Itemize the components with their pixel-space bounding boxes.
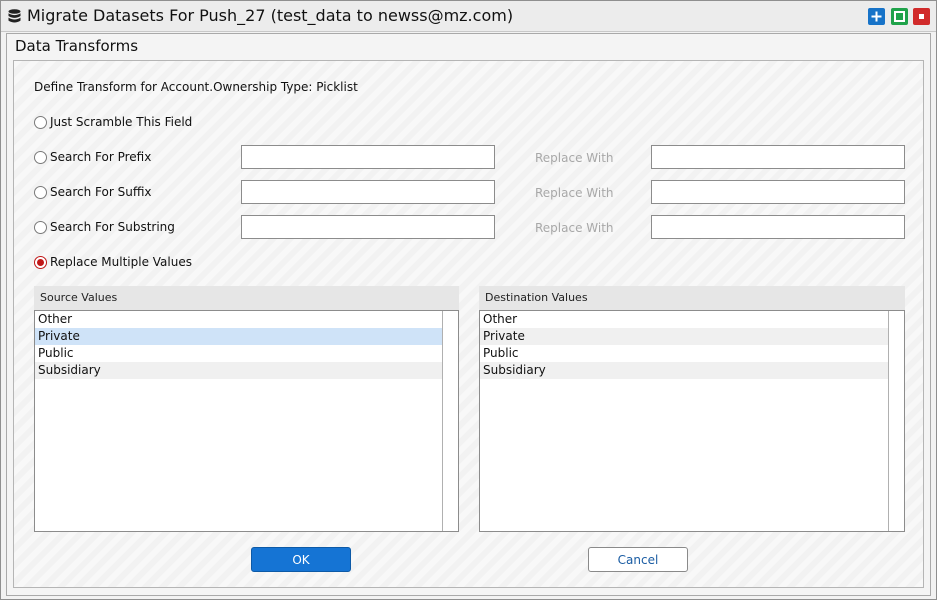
stop-icon bbox=[919, 14, 924, 19]
destination-item-public[interactable]: Public bbox=[480, 345, 888, 362]
substring-replace-input[interactable] bbox=[651, 215, 905, 239]
destination-item-subsidiary[interactable]: Subsidiary bbox=[480, 362, 888, 379]
source-values-header: Source Values bbox=[34, 286, 459, 310]
define-transform-label: Define Transform for Account.Ownership T… bbox=[34, 80, 358, 94]
option-scramble[interactable]: Just Scramble This Field bbox=[34, 115, 234, 131]
title-bar: Migrate Datasets For Push_27 (test_data … bbox=[1, 1, 936, 32]
substring-label: Search For Substring bbox=[50, 220, 175, 234]
prefix-replace-label: Replace With bbox=[535, 151, 614, 165]
cancel-button[interactable]: Cancel bbox=[588, 547, 688, 572]
replace-multiple-label: Replace Multiple Values bbox=[50, 255, 192, 269]
source-scrollbar[interactable] bbox=[442, 311, 458, 531]
plus-icon bbox=[871, 11, 882, 22]
source-values-items: Other Private Public Subsidiary bbox=[35, 311, 442, 379]
substring-replace-label: Replace With bbox=[535, 221, 614, 235]
suffix-search-input[interactable] bbox=[241, 180, 495, 204]
substring-search-input[interactable] bbox=[241, 215, 495, 239]
prefix-label: Search For Prefix bbox=[50, 150, 152, 164]
destination-item-private[interactable]: Private bbox=[480, 328, 888, 345]
square-icon bbox=[894, 11, 905, 22]
window-title: Migrate Datasets For Push_27 (test_data … bbox=[27, 6, 514, 25]
option-suffix[interactable]: Search For Suffix bbox=[34, 185, 234, 201]
database-icon bbox=[8, 9, 21, 23]
prefix-radio[interactable] bbox=[34, 151, 47, 164]
source-item-subsidiary[interactable]: Subsidiary bbox=[35, 362, 442, 379]
source-values-list[interactable]: Other Private Public Subsidiary bbox=[34, 310, 459, 532]
option-replace-multiple[interactable]: Replace Multiple Values bbox=[34, 255, 234, 271]
prefix-search-input[interactable] bbox=[241, 145, 495, 169]
destination-scrollbar[interactable] bbox=[888, 311, 904, 531]
migrate-datasets-window: Migrate Datasets For Push_27 (test_data … bbox=[0, 0, 937, 600]
data-transforms-panel: Data Transforms Define Transform for Acc… bbox=[6, 33, 931, 596]
source-item-private[interactable]: Private bbox=[35, 328, 442, 345]
option-substring[interactable]: Search For Substring bbox=[34, 220, 234, 236]
scramble-radio[interactable] bbox=[34, 116, 47, 129]
suffix-replace-input[interactable] bbox=[651, 180, 905, 204]
destination-values-header: Destination Values bbox=[479, 286, 905, 310]
destination-item-other[interactable]: Other bbox=[480, 311, 888, 328]
scramble-label: Just Scramble This Field bbox=[50, 115, 193, 129]
source-item-other[interactable]: Other bbox=[35, 311, 442, 328]
prefix-replace-input[interactable] bbox=[651, 145, 905, 169]
suffix-label: Search For Suffix bbox=[50, 185, 152, 199]
destination-values-list[interactable]: Other Private Public Subsidiary bbox=[479, 310, 905, 532]
transform-form: Define Transform for Account.Ownership T… bbox=[13, 60, 924, 588]
ok-button[interactable]: OK bbox=[251, 547, 351, 572]
suffix-radio[interactable] bbox=[34, 186, 47, 199]
restore-button[interactable] bbox=[891, 8, 908, 25]
suffix-replace-label: Replace With bbox=[535, 186, 614, 200]
destination-values-items: Other Private Public Subsidiary bbox=[480, 311, 888, 379]
maximize-button[interactable] bbox=[868, 8, 885, 25]
source-item-public[interactable]: Public bbox=[35, 345, 442, 362]
panel-title: Data Transforms bbox=[15, 37, 139, 55]
close-button[interactable] bbox=[913, 8, 930, 25]
option-prefix[interactable]: Search For Prefix bbox=[34, 150, 234, 166]
replace-multiple-radio[interactable] bbox=[34, 256, 47, 269]
substring-radio[interactable] bbox=[34, 221, 47, 234]
